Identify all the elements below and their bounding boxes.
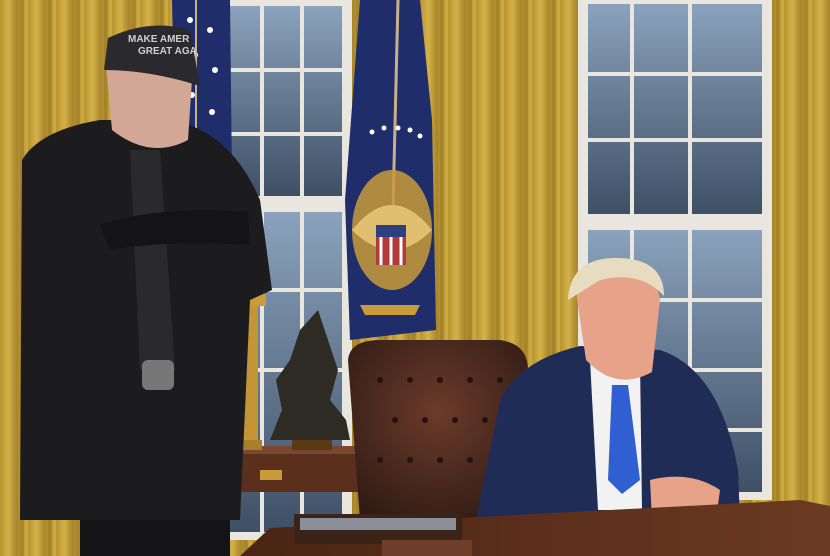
belt-buckle (142, 360, 174, 390)
oval-office-photo: MAKE AMER GREAT AGA (0, 0, 830, 556)
photo-canvas: MAKE AMER GREAT AGA (0, 0, 830, 556)
cap-text-line2: GREAT AGA (138, 46, 197, 57)
cap-text-line1: MAKE AMER (128, 34, 190, 45)
side-table (232, 446, 366, 492)
presidential-flag (345, 0, 436, 340)
